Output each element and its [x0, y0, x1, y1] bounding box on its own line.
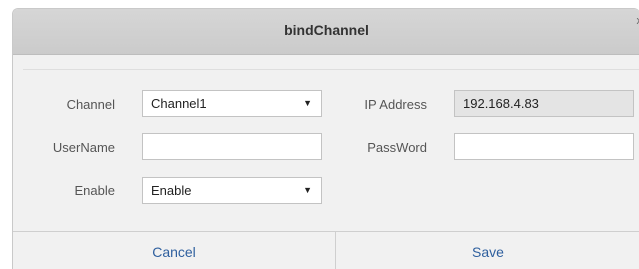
password-field[interactable] — [454, 133, 634, 160]
password-label: PassWord — [343, 140, 427, 155]
channel-select-value: Channel1 — [151, 96, 207, 111]
enable-select[interactable]: Enable ▼ — [142, 177, 322, 204]
dialog-title: bindChannel — [13, 22, 639, 38]
save-button[interactable]: Save — [336, 232, 639, 269]
enable-label: Enable — [33, 183, 115, 198]
cancel-button[interactable]: Cancel — [13, 232, 335, 269]
ip-address-field: 192.168.4.83 — [454, 90, 634, 117]
channel-select[interactable]: Channel1 ▼ — [142, 90, 322, 117]
channel-label: Channel — [33, 97, 115, 112]
ip-address-label: IP Address — [343, 97, 427, 112]
enable-select-value: Enable — [151, 183, 191, 198]
dialog-footer: Cancel Save — [13, 231, 639, 269]
username-field[interactable] — [142, 133, 322, 160]
dialog-titlebar: bindChannel x — [13, 9, 639, 55]
bind-channel-dialog: bindChannel x Channel Channel1 ▼ IP Addr… — [12, 8, 639, 269]
chevron-down-icon: ▼ — [303, 178, 312, 203]
username-label: UserName — [33, 140, 115, 155]
header-divider — [23, 69, 639, 70]
chevron-down-icon: ▼ — [303, 91, 312, 116]
